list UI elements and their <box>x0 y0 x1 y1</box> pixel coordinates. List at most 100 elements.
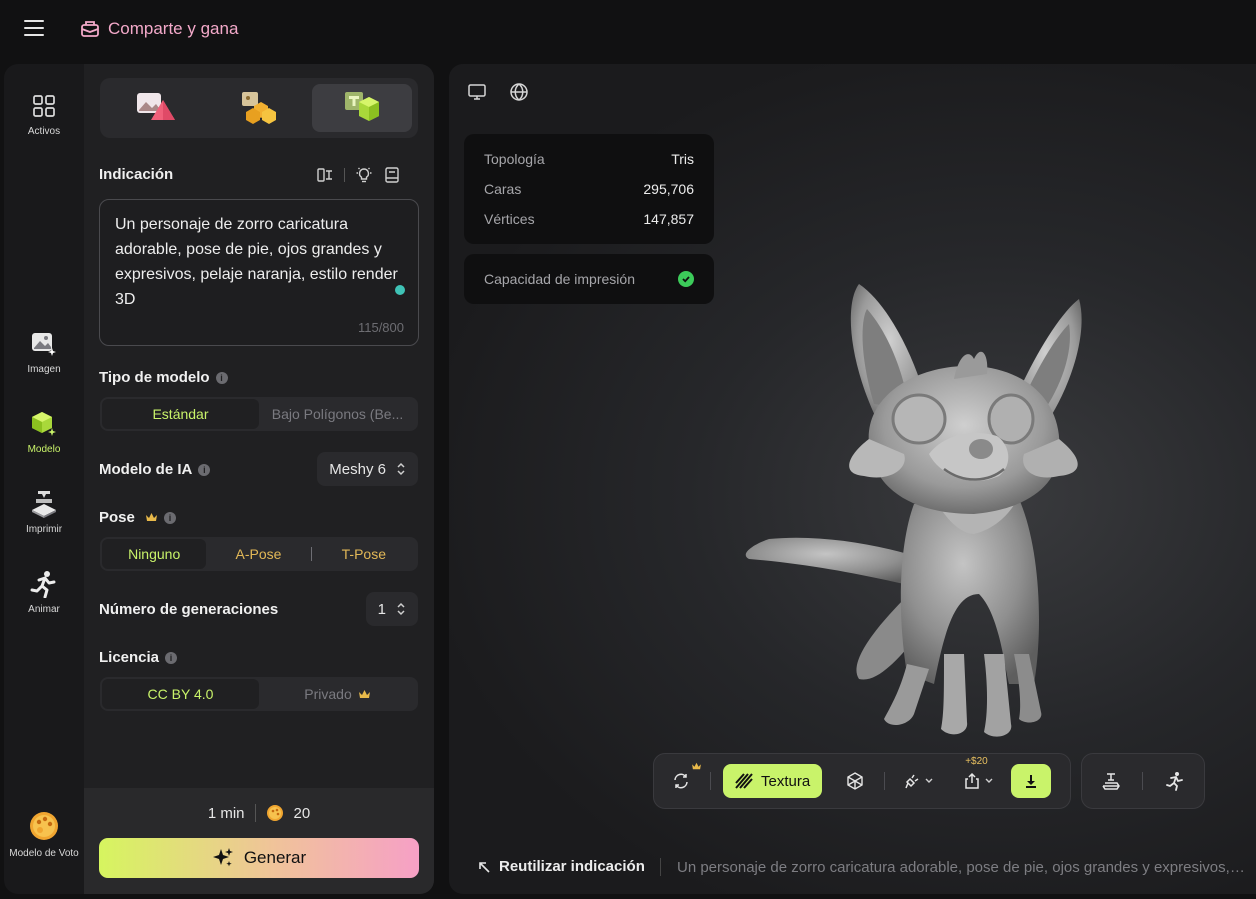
cube-icon <box>30 410 58 438</box>
export-price-badge: +$20 <box>965 756 988 767</box>
ai-model-value: Meshy 6 <box>329 460 386 478</box>
tab-text-to-3d[interactable] <box>312 84 412 132</box>
print-capacity: Capacidad de impresión <box>464 254 714 304</box>
ai-model-label: Modelo de IA i <box>99 461 211 478</box>
stat-row: Topología Tris <box>484 151 694 167</box>
rail-label-model: Modelo <box>27 444 61 455</box>
pose-t[interactable]: T-Pose <box>312 539 416 569</box>
check-icon <box>678 271 694 287</box>
running-icon <box>1165 772 1183 791</box>
rail-item-animate[interactable]: Animar <box>4 570 84 615</box>
gift-icon <box>81 21 99 37</box>
menu-icon[interactable] <box>24 20 44 36</box>
arrow-up-left-icon <box>479 861 490 873</box>
translate-icon[interactable] <box>316 166 334 184</box>
prompt-textarea[interactable]: Un personaje de zorro caricatura adorabl… <box>99 199 419 346</box>
download-button[interactable] <box>1011 764 1052 798</box>
print-model-button[interactable] <box>1094 764 1128 798</box>
stat-row: Caras 295,706 <box>484 181 694 197</box>
palette-icon <box>28 810 60 842</box>
cost-separator <box>254 804 256 822</box>
generations-select[interactable]: 1 <box>365 592 418 626</box>
license-selector: CC BY 4.0 Privado <box>100 677 418 711</box>
sparkle-icon <box>212 848 233 867</box>
texture-stripes-icon <box>735 773 753 789</box>
rail-item-assets[interactable]: Activos <box>4 92 84 137</box>
generate-button[interactable]: Generar <box>99 838 419 878</box>
pose-label: Pose i <box>99 509 177 526</box>
grammar-dot-icon[interactable] <box>394 284 406 296</box>
rail-item-model[interactable]: Modelo <box>4 410 84 455</box>
info-icon[interactable]: i <box>165 652 178 664</box>
info-icon[interactable]: i <box>215 372 228 384</box>
prompt-char-count: 115/800 <box>357 320 404 335</box>
text-cube-icon <box>345 92 379 121</box>
image-icon <box>30 330 58 358</box>
mesh-stats: Topología Tris Caras 295,706 Vértices 147,8… <box>464 134 714 244</box>
share-export-button[interactable]: +$20 <box>957 756 999 798</box>
ai-model-select[interactable]: Meshy 6 <box>317 452 418 486</box>
license-private[interactable]: Privado <box>259 679 416 709</box>
share-earn-button[interactable]: Comparte y gana <box>80 19 238 39</box>
view-mode-icons <box>467 82 529 102</box>
lightbulb-icon[interactable] <box>355 166 373 184</box>
rail-label-animate: Animar <box>28 604 60 615</box>
toolbar-separator <box>1142 772 1144 790</box>
running-icon <box>30 570 58 598</box>
cube-wire-icon <box>847 772 863 790</box>
globe-icon[interactable] <box>509 82 529 102</box>
printer-3d-icon <box>30 490 58 518</box>
texture-label: Textura <box>761 772 811 790</box>
pose-a[interactable]: A-Pose <box>206 539 310 569</box>
rail-item-vote[interactable]: Modelo de Voto <box>4 810 84 859</box>
toolbar-separator <box>710 772 711 790</box>
generation-type-tabs <box>100 78 418 138</box>
prompt-text: Un personaje de zorro caricatura adorabl… <box>115 216 398 308</box>
license-cc[interactable]: CC BY 4.0 <box>102 679 259 709</box>
updown-chevron-icon <box>397 602 405 616</box>
info-icon[interactable]: i <box>164 512 177 524</box>
monitor-icon[interactable] <box>467 82 487 102</box>
view-mode-button[interactable] <box>838 764 872 798</box>
model-type-standard[interactable]: Estándar <box>102 399 259 429</box>
reuse-separator <box>660 858 661 876</box>
pose-none[interactable]: Ninguno <box>102 539 207 569</box>
share-label: Comparte y gana <box>108 19 239 38</box>
rail-item-print[interactable]: Imprimir <box>4 490 84 535</box>
animate-model-button[interactable] <box>1158 764 1192 798</box>
book-icon[interactable] <box>383 166 401 184</box>
texture-button[interactable]: Textura <box>723 764 823 798</box>
upload-icon <box>965 772 979 789</box>
panel-footer: 1 min 20 Generar <box>84 788 434 894</box>
reuse-prompt-label: Reutilizar indicación <box>499 858 645 875</box>
toolbar-separator <box>884 772 886 790</box>
viewer-toolbar: Textura +$20 <box>653 753 1071 809</box>
license-label: Licencia i <box>99 649 178 666</box>
remesh-button[interactable] <box>664 762 701 798</box>
rail-label-image: Imagen <box>27 364 61 375</box>
model-type-label: Tipo de modelo i <box>99 369 228 386</box>
model-type-lowpoly[interactable]: Bajo Polígonos (Be... <box>259 399 416 429</box>
crown-icon <box>692 762 701 770</box>
top-bar: Comparte y gana <box>0 0 1256 60</box>
crown-icon <box>358 690 370 698</box>
grid-icon <box>30 92 58 120</box>
tool-separator <box>344 168 345 182</box>
reuse-prompt-button[interactable]: Reutilizar indicación <box>477 858 645 875</box>
light-settings-button[interactable] <box>897 764 939 798</box>
info-icon[interactable]: i <box>198 464 211 476</box>
prompt-tools <box>316 166 401 184</box>
rail-item-image[interactable]: Imagen <box>4 330 84 375</box>
credit-cost: 20 <box>293 804 311 822</box>
time-estimate: 1 min <box>207 804 245 822</box>
settings-panel: Indicación Un personaje de zorro caricat… <box>84 64 434 894</box>
tab-image-to-3d[interactable] <box>209 84 309 132</box>
tab-text-to-image[interactable] <box>106 84 206 132</box>
model-viewer[interactable]: Topología Tris Caras 295,706 Vértices 147,8… <box>449 64 1256 894</box>
cubes-icon <box>242 92 276 124</box>
generations-value: 1 <box>377 600 386 618</box>
chevron-down-icon <box>925 778 933 783</box>
fox-model-render <box>745 284 1082 737</box>
viewer-toolbar-secondary <box>1081 753 1205 809</box>
left-rail: Activos Imagen Modelo Imprimir Animar Mo… <box>4 64 84 894</box>
